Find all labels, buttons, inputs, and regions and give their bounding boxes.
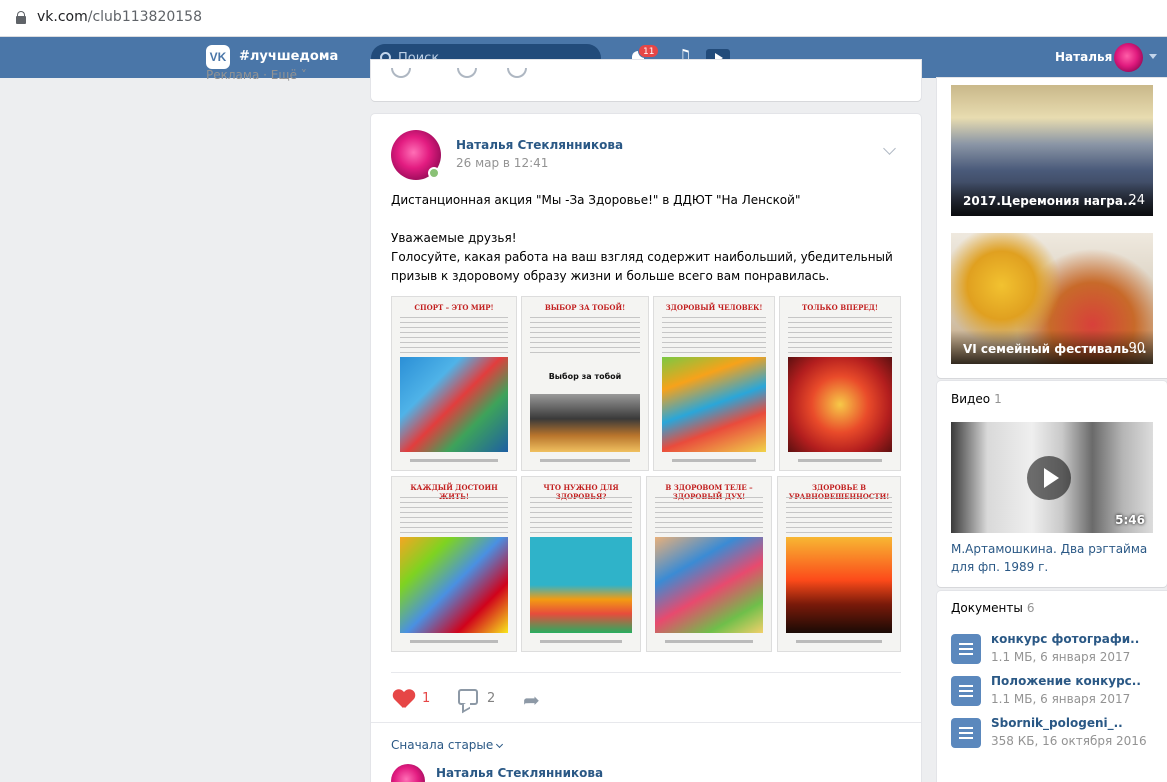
chevron-down-icon	[496, 740, 504, 749]
album-item[interactable]: 2017.Церемония награ... 24	[951, 85, 1153, 216]
chevron-down-icon[interactable]	[883, 142, 896, 155]
divider	[371, 722, 921, 723]
post-text: Дистанционная акция "Мы -За Здоровье!" в…	[391, 191, 901, 286]
section-count: 1	[994, 392, 1002, 406]
browser-address-bar[interactable]: vk.com/club113820158	[0, 0, 1167, 37]
document-icon	[951, 634, 981, 664]
document-name[interactable]: Sbornik_pologeni_..	[991, 716, 1123, 730]
video-thumbnail[interactable]: 5:46	[951, 422, 1153, 533]
document-meta: 358 КБ, 16 октября 2016	[991, 734, 1147, 748]
post-author[interactable]: Наталья Стеклянникова	[456, 138, 623, 152]
post-image[interactable]: ЗДОРОВЬЕ В УРАВНОВЕШЕННОСТИ!	[777, 476, 901, 652]
avatar[interactable]	[1114, 43, 1143, 72]
like-icon[interactable]	[391, 68, 411, 78]
post-text-line: Дистанционная акция "Мы -За Здоровье!" в…	[391, 193, 801, 207]
previous-post	[371, 60, 921, 101]
image-title: СПОРТ – ЭТО МИР!	[414, 303, 494, 312]
section-count: 6	[1026, 601, 1035, 615]
image-title: ЗДОРОВЫЙ ЧЕЛОВЕК!	[665, 303, 763, 312]
document-item[interactable]: конкурс фотографи.. 1.1 МБ, 6 января 201…	[951, 631, 1161, 671]
album-count: 24	[1128, 193, 1145, 208]
post-image[interactable]: ЗДОРОВЫЙ ЧЕЛОВЕК!	[653, 296, 775, 471]
document-icon	[951, 718, 981, 748]
post-image[interactable]: КАЖДЫЙ ДОСТОИН ЖИТЬ!	[391, 476, 517, 652]
comment-icon[interactable]	[457, 68, 477, 78]
document-meta: 1.1 МБ, 6 января 2017	[991, 692, 1131, 706]
online-indicator	[428, 167, 440, 179]
album-title: 2017.Церемония награ...	[963, 194, 1137, 208]
section-title: Видео	[951, 392, 991, 406]
post-text-line: Уважаемые друзья!	[391, 231, 517, 245]
left-footer-links[interactable]: Реклама · Ещё ˅	[206, 68, 307, 82]
url-text[interactable]: vk.com/club113820158	[37, 9, 202, 25]
album-item[interactable]: VI семейный фестиваль ... 90	[951, 233, 1153, 364]
image-caption: Выбор за тобой	[548, 372, 622, 381]
document-meta: 1.1 МБ, 6 января 2017	[991, 650, 1131, 664]
post-image[interactable]: В ЗДОРОВОМ ТЕЛЕ – ЗДОРОВЫЙ ДУХ!	[646, 476, 772, 652]
comments-sort-dropdown[interactable]: Сначала старые	[391, 738, 504, 752]
document-name[interactable]: конкурс фотографи..	[991, 632, 1139, 646]
share-icon[interactable]: ➦	[523, 690, 540, 710]
like-count[interactable]: 1	[422, 691, 430, 706]
album-title: VI семейный фестиваль ...	[963, 342, 1147, 356]
post-text-line: Голосуйте, какая работа на ваш взгляд со…	[391, 250, 893, 283]
image-title: ТОЛЬКО ВПЕРЕД!	[802, 303, 878, 312]
share-icon[interactable]	[507, 68, 527, 78]
video-duration: 5:46	[1115, 513, 1145, 527]
photo-albums: 2017.Церемония награ... 24 VI семейный ф…	[937, 78, 1167, 378]
chevron-down-icon[interactable]	[1149, 54, 1157, 59]
user-name[interactable]: Наталья	[1055, 50, 1112, 64]
document-name[interactable]: Положение конкурс..	[991, 674, 1141, 688]
post-date[interactable]: 26 мар в 12:41	[456, 156, 548, 170]
video-title[interactable]: М.Артамошкина. Два рэгтайма для фп. 1989…	[951, 540, 1156, 576]
section-title: Документы	[951, 601, 1023, 615]
heart-icon[interactable]	[393, 690, 415, 710]
document-item[interactable]: Положение конкурс.. 1.1 МБ, 6 января 201…	[951, 673, 1161, 713]
documents-section: Документы 6 конкурс фотографи.. 1.1 МБ, 6…	[937, 591, 1167, 782]
comment-count[interactable]: 2	[487, 691, 495, 706]
section-heading[interactable]: Документы 6	[951, 601, 1034, 615]
notifications-badge: 11	[638, 44, 660, 58]
document-icon	[951, 676, 981, 706]
post-image[interactable]: ВЫБОР ЗА ТОБОЙ! Выбор за тобой	[521, 296, 649, 471]
comment-icon[interactable]	[458, 689, 478, 705]
section-heading[interactable]: Видео 1	[951, 392, 1002, 406]
post-actions: 1 2 ➦	[391, 672, 901, 722]
hashtag-title[interactable]: #лучшедома	[239, 49, 338, 64]
play-icon[interactable]	[1027, 456, 1071, 500]
image-title: ВЫБОР ЗА ТОБОЙ!	[544, 303, 626, 312]
album-count: 90	[1128, 341, 1145, 356]
videos-section: Видео 1 5:46 М.Артамошкина. Два рэгтайма …	[937, 381, 1167, 587]
avatar[interactable]	[391, 764, 425, 782]
post-image[interactable]: ТОЛЬКО ВПЕРЕД!	[779, 296, 901, 471]
comment-author[interactable]: Наталья Стеклянникова	[436, 766, 603, 780]
post-image[interactable]: ЧТО НУЖНО ДЛЯ ЗДОРОВЬЯ?	[521, 476, 641, 652]
post-image-grid: СПОРТ – ЭТО МИР! ВЫБОР ЗА ТОБОЙ! Выбор з…	[391, 296, 901, 652]
sort-label: Сначала старые	[391, 738, 494, 752]
vk-logo-icon[interactable]: VK	[206, 45, 230, 69]
wall-post: Наталья Стеклянникова 26 мар в 12:41 Дис…	[371, 114, 921, 782]
lock-icon	[16, 11, 26, 24]
post-image[interactable]: СПОРТ – ЭТО МИР!	[391, 296, 517, 471]
document-item[interactable]: Sbornik_pologeni_.. 358 КБ, 16 октября 2…	[951, 715, 1161, 755]
